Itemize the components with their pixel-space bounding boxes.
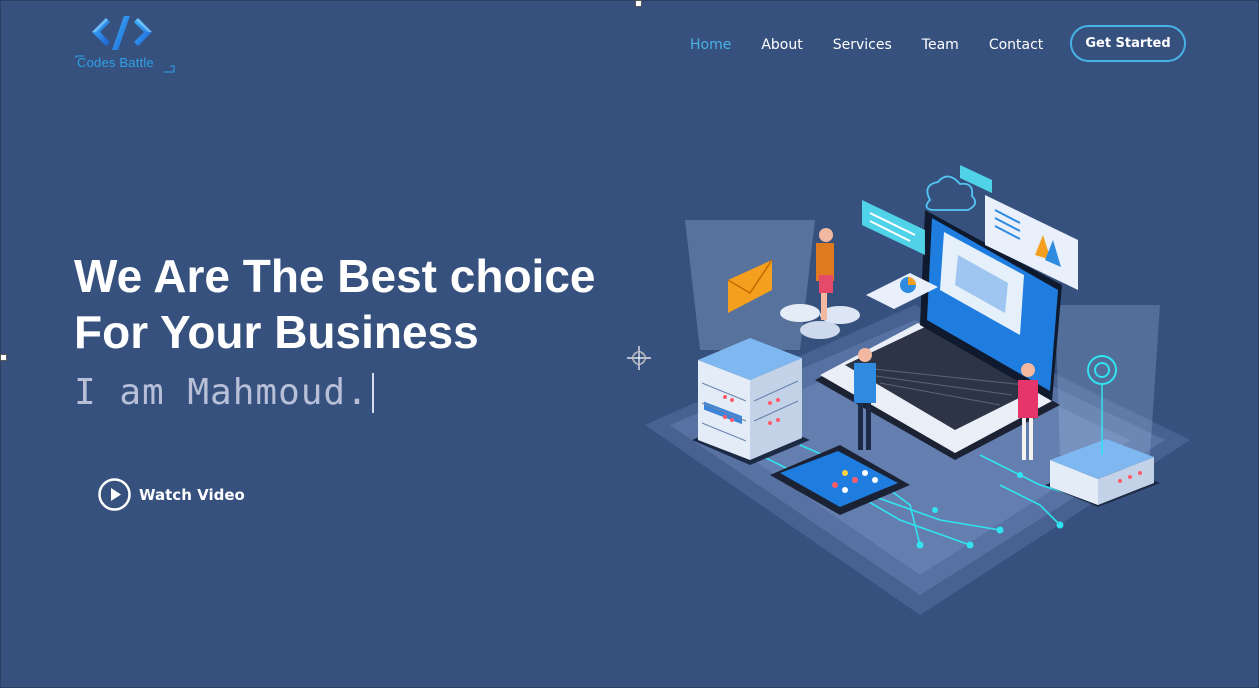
typed-text-value: I am Mahmoud.	[74, 372, 369, 413]
page: Codes Battle Home About Services Team Co…	[0, 0, 1259, 688]
brand-logo[interactable]: Codes Battle	[74, 14, 178, 76]
nav-services[interactable]: Services	[833, 37, 892, 53]
typing-cursor	[371, 372, 374, 413]
nav-home[interactable]: Home	[690, 37, 731, 53]
typed-text: I am Mahmoud.	[74, 372, 374, 413]
hero-title: We Are The Best choice For Your Business	[74, 248, 596, 360]
nav-contact[interactable]: Contact	[989, 37, 1043, 53]
hero-title-line-1: We Are The Best choice	[74, 250, 596, 302]
get-started-button[interactable]: Get Started	[1070, 25, 1186, 62]
watch-video-label: Watch Video	[139, 485, 245, 504]
main-nav: Home About Services Team Contact	[690, 24, 1073, 66]
nav-about[interactable]: About	[761, 37, 802, 53]
brand-name: Codes Battle	[77, 55, 154, 70]
resize-handle-top[interactable]	[635, 0, 642, 7]
light-beam-right	[1055, 305, 1160, 455]
server-stack-left	[692, 338, 810, 465]
resize-handle-left[interactable]	[0, 354, 7, 361]
hero-title-line-2: For Your Business	[74, 306, 479, 358]
isometric-tech-illustration	[645, 165, 1190, 615]
play-circle-icon	[98, 478, 131, 511]
watch-video-button[interactable]: Watch Video	[98, 478, 245, 511]
nav-team[interactable]: Team	[922, 37, 959, 53]
